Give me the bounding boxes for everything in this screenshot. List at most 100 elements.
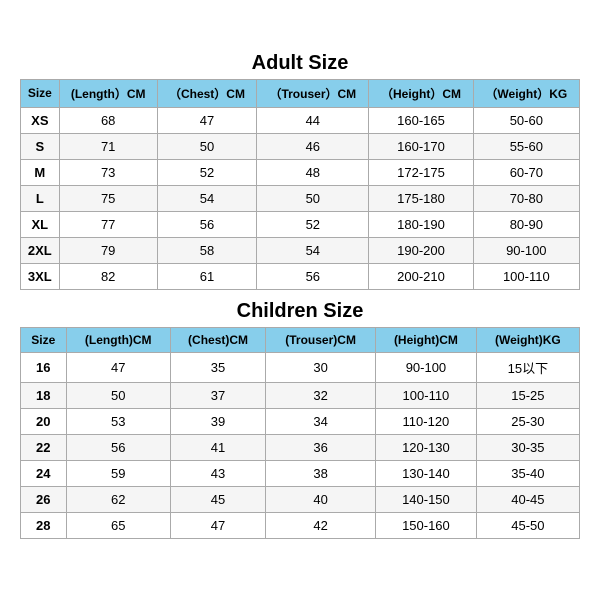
children-table-cell: 35 [170, 352, 265, 382]
adult-table-cell: 48 [257, 159, 369, 185]
adult-table-cell: 60-70 [473, 159, 579, 185]
children-header-row: Size(Length)CM(Chest)CM(Trouser)CM(Heigh… [21, 327, 580, 352]
children-table-cell: 47 [66, 352, 170, 382]
adult-table-row: XS684744160-16550-60 [21, 107, 580, 133]
children-table-cell: 32 [266, 382, 376, 408]
children-table-cell: 26 [21, 486, 67, 512]
children-table-cell: 40-45 [476, 486, 579, 512]
children-table-cell: 22 [21, 434, 67, 460]
adult-table-cell: 180-190 [369, 211, 473, 237]
adult-table-cell: XL [21, 211, 60, 237]
children-table-row: 18503732100-11015-25 [21, 382, 580, 408]
adult-header-cell: （Height）CM [369, 79, 473, 107]
children-table-cell: 120-130 [376, 434, 477, 460]
adult-table-header: Size(Length）CM（Chest）CM（Trouser）CM（Heigh… [21, 79, 580, 107]
adult-table-row: 3XL826156200-210100-110 [21, 263, 580, 289]
adult-table-cell: XS [21, 107, 60, 133]
children-table-cell: 25-30 [476, 408, 579, 434]
adult-table-cell: 50-60 [473, 107, 579, 133]
adult-table-cell: 55-60 [473, 133, 579, 159]
adult-header-cell: (Length）CM [59, 79, 157, 107]
adult-table-cell: 75 [59, 185, 157, 211]
adult-table-cell: 61 [157, 263, 257, 289]
children-table-cell: 43 [170, 460, 265, 486]
children-header-cell: (Trouser)CM [266, 327, 376, 352]
children-table-cell: 50 [66, 382, 170, 408]
children-table-header: Size(Length)CM(Chest)CM(Trouser)CM(Heigh… [21, 327, 580, 352]
adult-table-cell: 175-180 [369, 185, 473, 211]
adult-table-row: M735248172-17560-70 [21, 159, 580, 185]
adult-table-cell: 77 [59, 211, 157, 237]
children-table-row: 24594338130-14035-40 [21, 460, 580, 486]
children-table-cell: 40 [266, 486, 376, 512]
adult-table-cell: 160-165 [369, 107, 473, 133]
adult-header-cell: （Weight）KG [473, 79, 579, 107]
children-header-cell: (Length)CM [66, 327, 170, 352]
children-header-cell: (Height)CM [376, 327, 477, 352]
children-table-cell: 15以下 [476, 352, 579, 382]
children-table-cell: 90-100 [376, 352, 477, 382]
children-table-cell: 110-120 [376, 408, 477, 434]
children-title: Children Size [20, 300, 580, 323]
children-table-cell: 36 [266, 434, 376, 460]
adult-table-cell: 71 [59, 133, 157, 159]
adult-table-cell: 47 [157, 107, 257, 133]
adult-table-cell: 56 [257, 263, 369, 289]
children-table-row: 20533934110-12025-30 [21, 408, 580, 434]
adult-table-row: XL775652180-19080-90 [21, 211, 580, 237]
children-table-cell: 130-140 [376, 460, 477, 486]
adult-table-cell: 200-210 [369, 263, 473, 289]
adult-header-cell: （Trouser）CM [257, 79, 369, 107]
children-table-cell: 28 [21, 512, 67, 538]
adult-section: Adult Size Size(Length）CM（Chest）CM（Trous… [20, 52, 580, 290]
children-table-cell: 42 [266, 512, 376, 538]
children-table-cell: 30 [266, 352, 376, 382]
adult-header-row: Size(Length）CM（Chest）CM（Trouser）CM（Heigh… [21, 79, 580, 107]
children-table-cell: 53 [66, 408, 170, 434]
size-chart-container: Adult Size Size(Length）CM（Chest）CM（Trous… [10, 42, 590, 559]
children-table-row: 1647353090-10015以下 [21, 352, 580, 382]
adult-table-row: L755450175-18070-80 [21, 185, 580, 211]
adult-table-cell: 54 [257, 237, 369, 263]
children-table-cell: 65 [66, 512, 170, 538]
children-header-cell: Size [21, 327, 67, 352]
children-table-cell: 150-160 [376, 512, 477, 538]
adult-table-cell: 73 [59, 159, 157, 185]
children-table-body: 1647353090-10015以下18503732100-11015-2520… [21, 352, 580, 538]
children-table-row: 28654742150-16045-50 [21, 512, 580, 538]
children-table-cell: 38 [266, 460, 376, 486]
adult-header-cell: （Chest）CM [157, 79, 257, 107]
children-table: Size(Length)CM(Chest)CM(Trouser)CM(Heigh… [20, 327, 580, 539]
adult-table-cell: 68 [59, 107, 157, 133]
children-table-cell: 34 [266, 408, 376, 434]
children-table-row: 26624540140-15040-45 [21, 486, 580, 512]
adult-table-cell: S [21, 133, 60, 159]
children-table-cell: 41 [170, 434, 265, 460]
children-header-cell: (Weight)KG [476, 327, 579, 352]
children-table-cell: 16 [21, 352, 67, 382]
children-table-cell: 62 [66, 486, 170, 512]
children-table-cell: 35-40 [476, 460, 579, 486]
adult-table-body: XS684744160-16550-60S715046160-17055-60M… [21, 107, 580, 289]
adult-table-cell: 80-90 [473, 211, 579, 237]
adult-table-cell: M [21, 159, 60, 185]
adult-table-row: 2XL795854190-20090-100 [21, 237, 580, 263]
adult-table-cell: 172-175 [369, 159, 473, 185]
adult-table-cell: 46 [257, 133, 369, 159]
adult-title: Adult Size [20, 52, 580, 75]
children-table-cell: 30-35 [476, 434, 579, 460]
adult-table: Size(Length）CM（Chest）CM（Trouser）CM（Heigh… [20, 79, 580, 290]
adult-table-row: S715046160-17055-60 [21, 133, 580, 159]
children-table-cell: 59 [66, 460, 170, 486]
children-table-cell: 47 [170, 512, 265, 538]
adult-table-cell: 2XL [21, 237, 60, 263]
adult-table-cell: 79 [59, 237, 157, 263]
children-table-cell: 56 [66, 434, 170, 460]
children-table-cell: 15-25 [476, 382, 579, 408]
adult-table-cell: 70-80 [473, 185, 579, 211]
children-table-cell: 18 [21, 382, 67, 408]
adult-table-cell: 90-100 [473, 237, 579, 263]
adult-table-cell: 56 [157, 211, 257, 237]
children-table-cell: 140-150 [376, 486, 477, 512]
adult-table-cell: 100-110 [473, 263, 579, 289]
